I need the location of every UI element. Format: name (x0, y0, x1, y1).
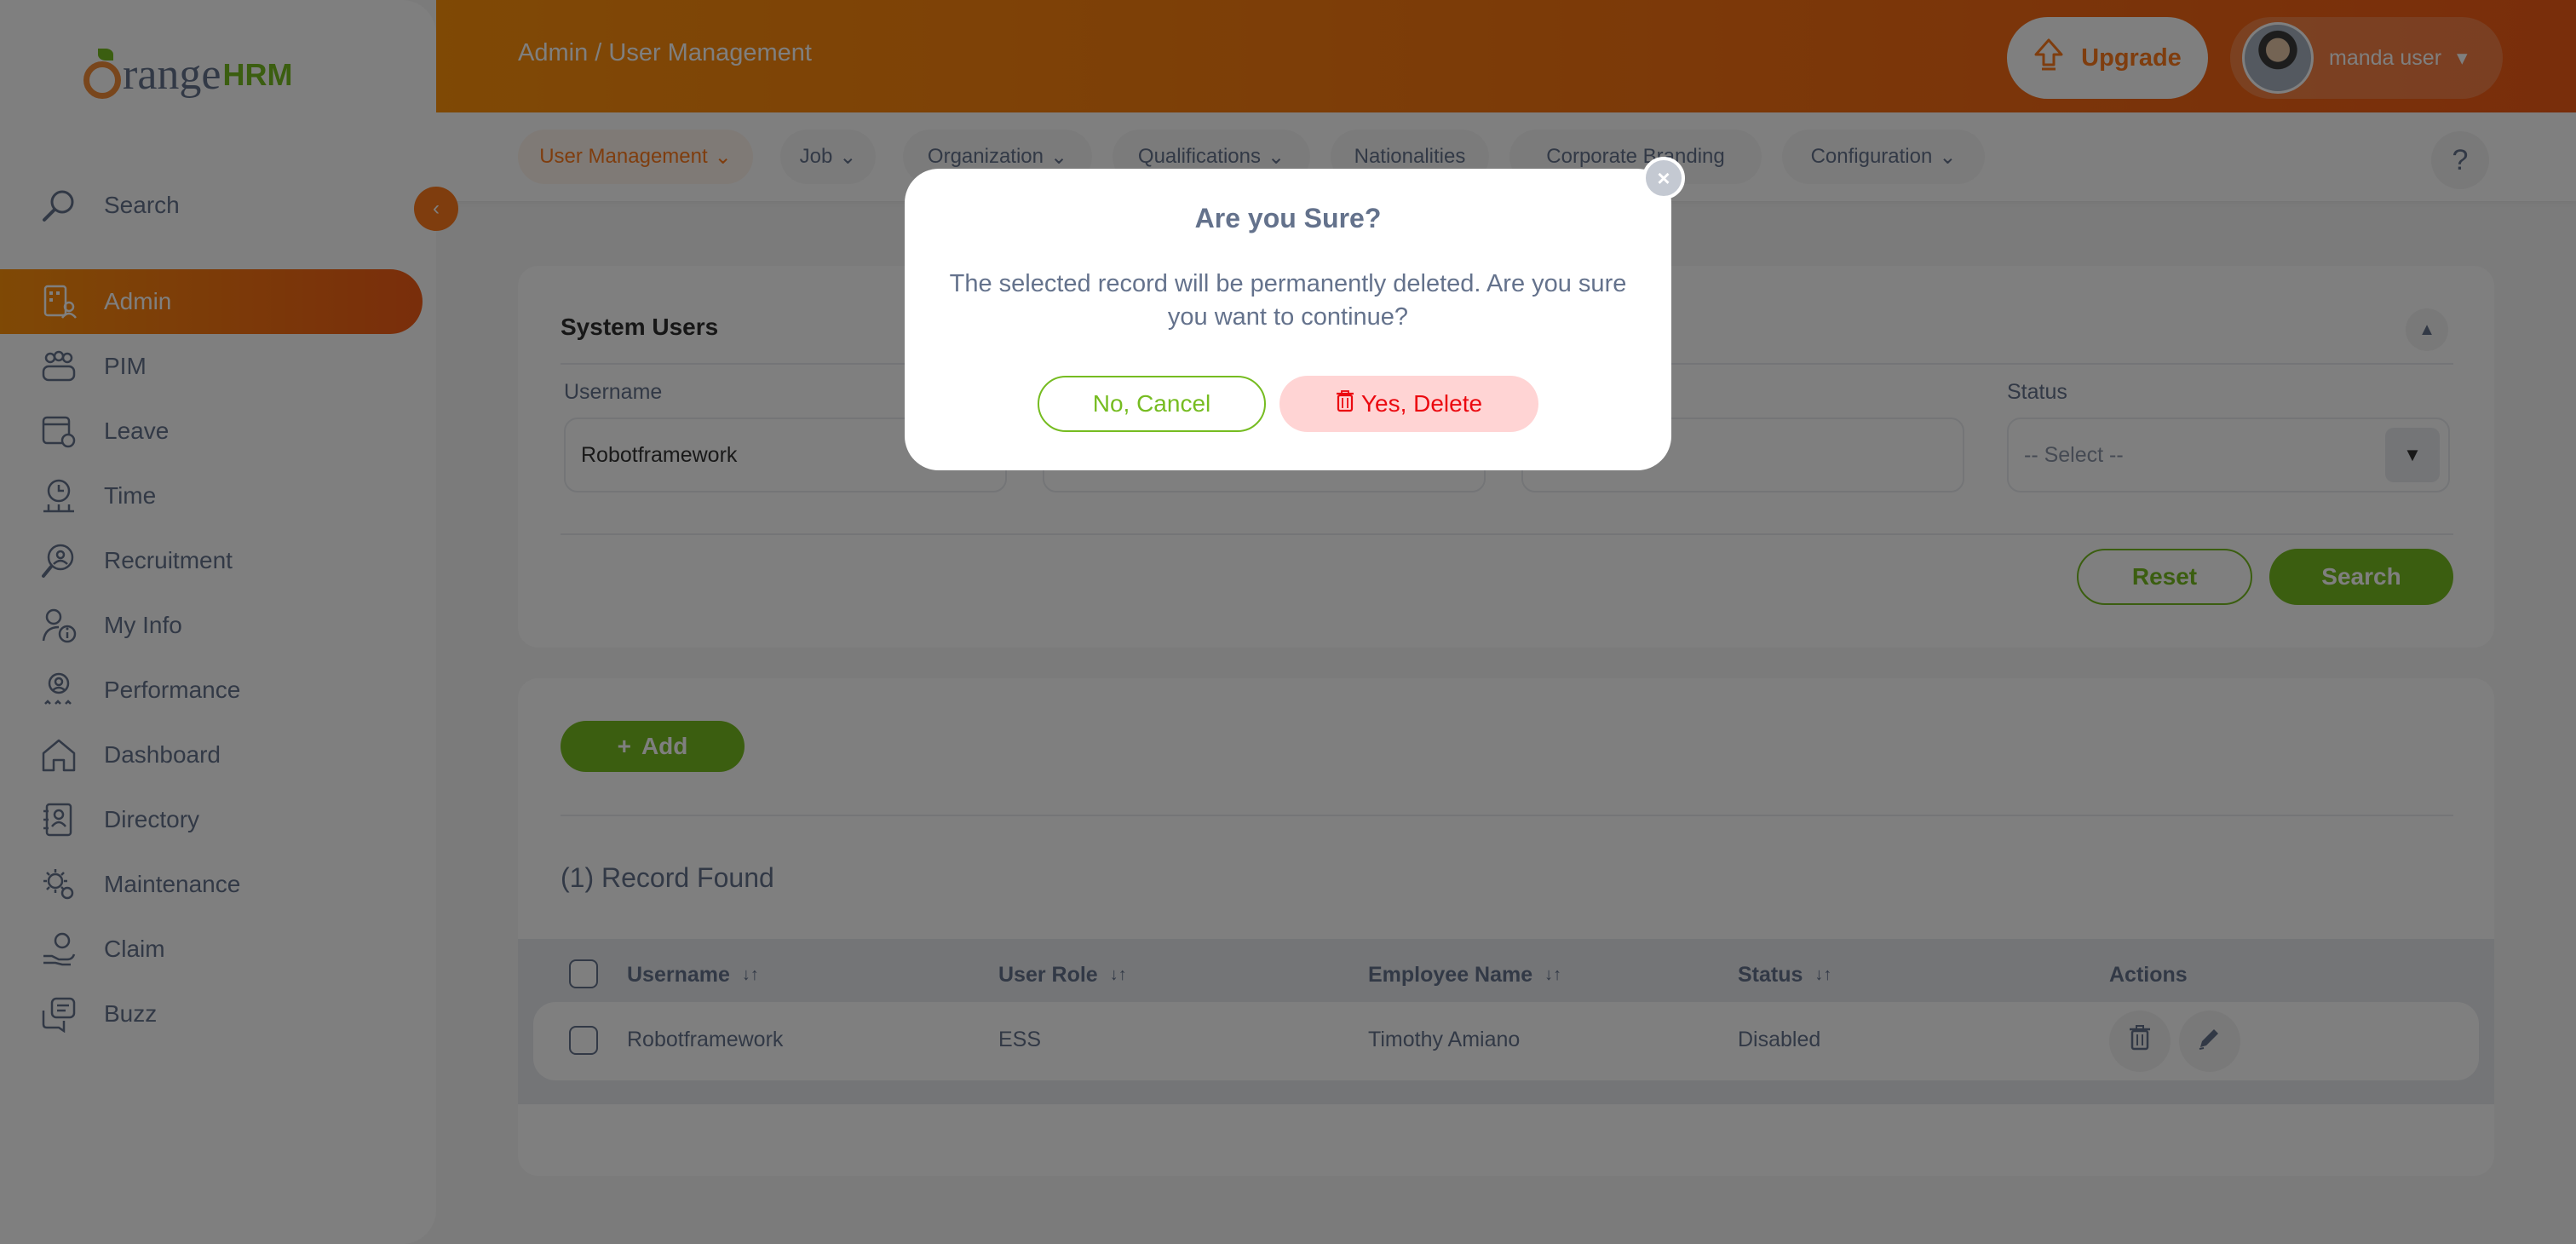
confirm-delete-label: Yes, Delete (1360, 390, 1483, 417)
dialog-title: Are you Sure? (1194, 203, 1382, 233)
close-icon: × (1657, 164, 1670, 191)
confirm-delete-button[interactable]: Yes, Delete (1279, 376, 1538, 432)
close-dialog-button[interactable]: × (1642, 157, 1685, 199)
trash-icon (1336, 389, 1354, 418)
dialog-message: The selected record will be permanently … (949, 270, 1627, 331)
cancel-button[interactable]: No, Cancel (1038, 376, 1266, 432)
confirm-delete-dialog: Are you Sure? The selected record will b… (905, 169, 1671, 470)
